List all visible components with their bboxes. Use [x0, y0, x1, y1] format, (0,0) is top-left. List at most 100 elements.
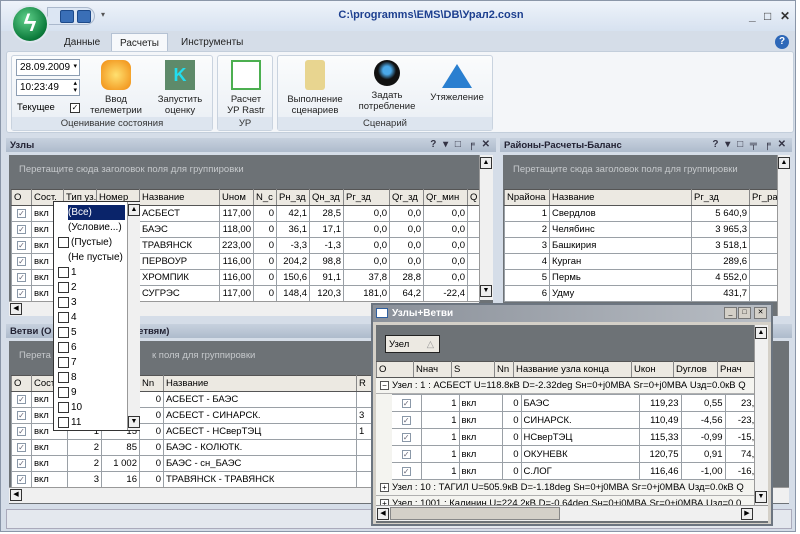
checkbox[interactable]: ✓ [17, 443, 26, 452]
scroll-down-icon[interactable]: ▼ [128, 416, 140, 428]
maximize-button[interactable]: □ [738, 307, 751, 319]
close-button[interactable]: ✕ [780, 9, 790, 23]
row-checkbox-cell[interactable]: ✓ [11, 439, 32, 456]
column-header[interactable]: Название [163, 375, 357, 392]
filter-checkbox[interactable] [58, 416, 69, 428]
open-icon[interactable] [60, 10, 74, 23]
checkbox[interactable]: ✓ [17, 459, 26, 468]
checkbox[interactable]: ✓ [17, 241, 26, 250]
weighting-button[interactable]: Утяжеление [424, 60, 490, 103]
row-checkbox-cell[interactable]: ✓ [11, 407, 32, 424]
column-header[interactable]: Рг_зд [691, 189, 750, 206]
row-checkbox-cell[interactable]: ✓ [376, 394, 422, 412]
column-header[interactable]: Название узла конца [513, 361, 632, 378]
column-header[interactable]: N_c [253, 189, 277, 206]
scroll-up-icon[interactable]: ▲ [480, 157, 492, 169]
vertical-scrollbar[interactable]: ▲ ▼ [754, 325, 768, 505]
column-header[interactable]: Рнач [717, 361, 755, 378]
filter-checkbox[interactable] [58, 236, 69, 248]
column-header[interactable]: О [376, 361, 414, 378]
checkbox[interactable]: ✓ [401, 432, 411, 442]
column-header[interactable]: Q [467, 189, 480, 206]
column-header[interactable]: Рн_зд [276, 189, 310, 206]
row-checkbox-cell[interactable]: ✓ [11, 455, 32, 472]
tab-calculations[interactable]: Расчеты [111, 33, 168, 52]
window-title-bar[interactable]: Узлы+Ветви _ □ ✕ [373, 305, 771, 322]
vertical-scrollbar[interactable]: ▲ ▼ [479, 155, 493, 300]
table-row[interactable]: ✓ 1 вкл 0 НСверТЭЦ 115,33 -0,99 -15,3 [376, 428, 763, 446]
app-menu-orb-lightning-icon[interactable]: ϟ [11, 5, 49, 43]
table-row[interactable]: 4 Курган 289,6 [504, 253, 779, 270]
tab-tools[interactable]: Инструменты [173, 33, 251, 52]
scroll-left-icon[interactable]: ◀ [377, 508, 389, 520]
filter-checkbox[interactable] [58, 401, 69, 413]
table-row[interactable]: ✓ 1 вкл 0 ОКУНЕВК 120,75 0,91 74,1 [376, 445, 763, 463]
minimize-button[interactable]: _ [749, 9, 756, 23]
scroll-left-icon[interactable]: ◀ [10, 489, 22, 501]
group-row[interactable]: − Узел : 1 : АСБЕСТ U=118.8кВ D=-2.32deg … [376, 378, 754, 394]
table-row[interactable]: 1 Свердлов 5 640,9 [504, 205, 779, 222]
column-header[interactable]: Nнач [413, 361, 452, 378]
filter-checkbox[interactable] [58, 371, 69, 383]
checkbox[interactable]: ✓ [17, 225, 26, 234]
rastr-calc-button[interactable]: Расчет УР Rastr [220, 60, 272, 116]
group-by-zone[interactable]: Перетащите сюда заголовок поля для групп… [503, 155, 777, 188]
run-scenarios-button[interactable]: Выполнение сценариев [282, 60, 348, 116]
collapse-icon[interactable]: − [380, 381, 389, 390]
filter-option[interactable]: 3 [58, 295, 77, 310]
scroll-up-icon[interactable]: ▲ [755, 327, 767, 339]
row-checkbox-cell[interactable]: ✓ [376, 462, 422, 480]
row-checkbox-cell[interactable]: ✓ [11, 285, 32, 302]
scroll-up-icon[interactable]: ▲ [128, 204, 140, 216]
filter-option[interactable]: (Не пустые) [68, 250, 123, 265]
table-row[interactable]: ✓ вкл 2 85 0 БАЭС - КОЛЮТК. [11, 439, 432, 456]
filter-option[interactable]: 1 [58, 265, 77, 280]
filter-checkbox[interactable] [58, 281, 69, 293]
scroll-down-icon[interactable]: ▼ [480, 285, 492, 297]
filter-option[interactable]: 8 [58, 370, 77, 385]
filter-checkbox[interactable] [58, 296, 69, 308]
filter-checkbox[interactable] [58, 311, 69, 323]
column-header[interactable]: Nn [139, 375, 164, 392]
checkbox[interactable]: ✓ [401, 398, 411, 408]
checkbox[interactable]: ✓ [17, 209, 26, 218]
column-header[interactable]: Название [549, 189, 692, 206]
checkbox[interactable]: ✓ [17, 427, 26, 436]
column-header[interactable]: Qн_зд [309, 189, 344, 206]
filter-option[interactable]: (Все) [68, 205, 125, 220]
filter-option[interactable]: 5 [58, 325, 77, 340]
qat-customize-icon[interactable]: ▾ [101, 10, 105, 19]
filter-option[interactable]: 2 [58, 280, 77, 295]
checkbox[interactable]: ✓ [17, 475, 26, 484]
row-checkbox-cell[interactable]: ✓ [376, 428, 422, 446]
horizontal-scrollbar[interactable]: ◀ ▶ [376, 505, 768, 521]
row-checkbox-cell[interactable]: ✓ [11, 471, 32, 488]
vertical-scrollbar[interactable]: ▲ [777, 155, 790, 316]
table-row[interactable]: 6 Удму 431,7 [504, 285, 779, 302]
table-row[interactable]: ✓ 1 вкл 0 СИНАРСК. 110,49 -4,56 -23,4 [376, 411, 763, 429]
row-checkbox-cell[interactable]: ✓ [376, 411, 422, 429]
filter-checkbox[interactable] [58, 386, 69, 398]
row-checkbox-cell[interactable]: ✓ [11, 253, 32, 270]
table-row[interactable]: ✓ 1 вкл 0 БАЭС 119,23 0,55 23,3 [376, 394, 763, 412]
column-header[interactable]: Nn [494, 361, 514, 378]
tab-data[interactable]: Данные [56, 33, 108, 52]
column-header[interactable]: Nрайона [504, 189, 550, 206]
run-estimate-button[interactable]: K Запустить оценку [150, 60, 210, 116]
maximize-button[interactable]: □ [764, 9, 771, 23]
help-icon[interactable]: ? [775, 35, 789, 49]
table-row[interactable]: ✓ вкл 2 1 002 0 БАЭС - сн_БАЭС [11, 455, 432, 472]
filter-option[interactable]: (Условие...) [68, 220, 122, 235]
checkbox[interactable]: ✓ [17, 289, 26, 298]
scroll-left-icon[interactable]: ◀ [10, 303, 22, 315]
scroll-up-icon[interactable]: ▲ [778, 157, 790, 169]
table-row[interactable]: ✓ вкл 3 16 0 ТРАВЯНСК - ТРАВЯНСК [11, 471, 432, 488]
save-icon[interactable] [77, 10, 91, 23]
group-by-zone[interactable]: Перетащите сюда заголовок поля для групп… [9, 155, 479, 188]
filter-checkbox[interactable] [58, 341, 69, 353]
filter-option[interactable]: 6 [58, 340, 77, 355]
minimize-button[interactable]: _ [724, 307, 737, 319]
scroll-thumb[interactable] [390, 507, 560, 520]
column-header[interactable]: Рг_ра [749, 189, 779, 206]
column-header[interactable]: Qг_зд [389, 189, 424, 206]
